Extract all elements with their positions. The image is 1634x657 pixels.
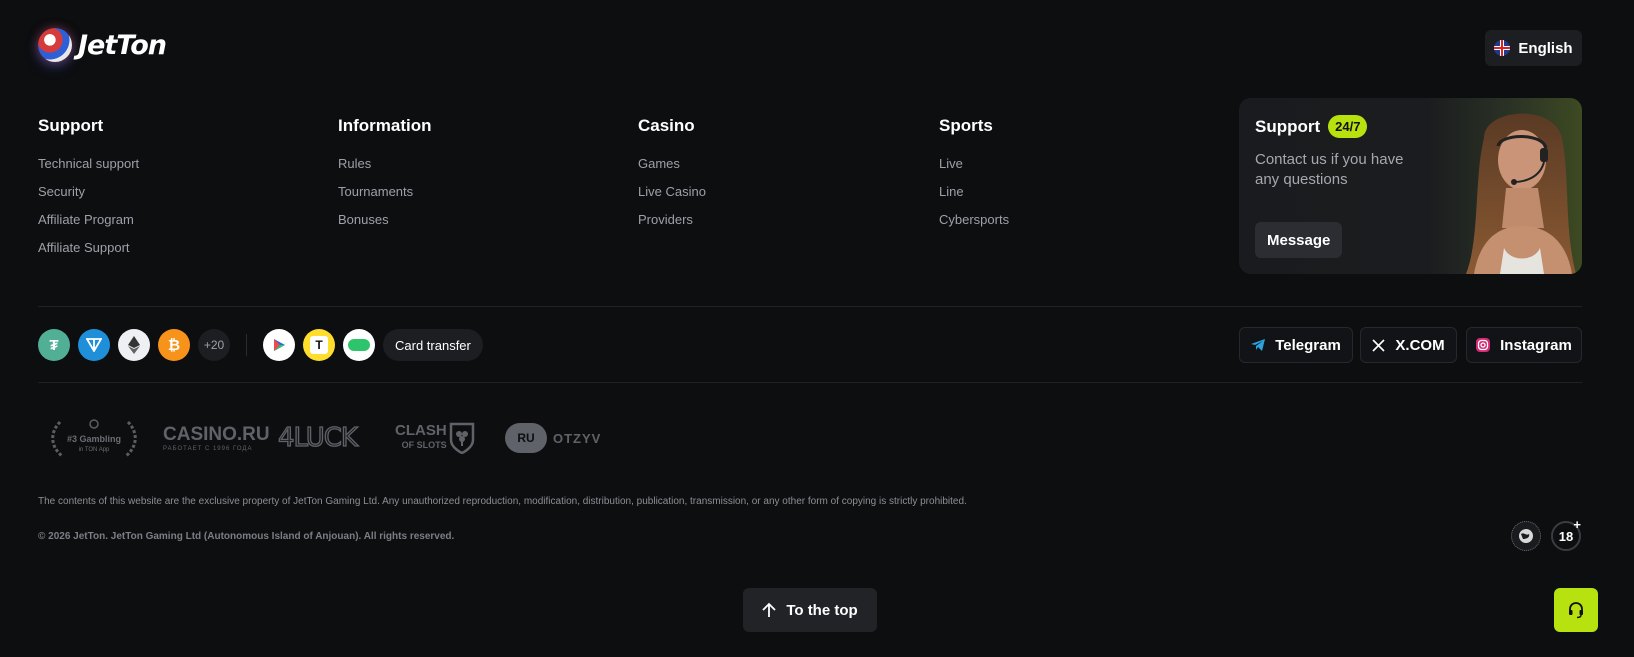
footer-column-information: Information Rules Tournaments Bonuses bbox=[338, 116, 432, 240]
support-card-description: Contact us if you have any questions bbox=[1255, 151, 1404, 188]
uk-flag-icon bbox=[1494, 40, 1511, 56]
link-tournaments[interactable]: Tournaments bbox=[338, 184, 432, 212]
instagram-button[interactable]: Instagram bbox=[1466, 327, 1582, 363]
support-card-title: Support bbox=[1255, 116, 1321, 136]
ton-icon[interactable] bbox=[78, 329, 110, 361]
shield-clover-icon bbox=[449, 422, 474, 454]
link-line[interactable]: Line bbox=[939, 184, 1009, 212]
sber-pay-icon[interactable] bbox=[343, 329, 375, 361]
divider bbox=[38, 306, 1582, 307]
headset-icon bbox=[1569, 602, 1583, 619]
partner-casino-ru[interactable]: CASINO.RU РАБОТАЕТ С 1996 ГОДА bbox=[163, 415, 270, 461]
support-chat-button[interactable] bbox=[1554, 588, 1598, 632]
link-providers[interactable]: Providers bbox=[638, 212, 706, 240]
otzyv-logo: OTZYV bbox=[553, 430, 602, 446]
logo-text: JetTon bbox=[78, 29, 167, 61]
x-icon bbox=[1372, 338, 1385, 352]
logo[interactable]: JetTon bbox=[38, 28, 167, 62]
instagram-icon bbox=[1476, 338, 1491, 352]
link-live-casino[interactable]: Live Casino bbox=[638, 184, 706, 212]
arrow-up-icon bbox=[762, 602, 776, 617]
scroll-to-top-label: To the top bbox=[786, 601, 858, 619]
link-affiliate-program[interactable]: Affiliate Program bbox=[38, 212, 139, 240]
clash-logo-line1: CLASH bbox=[395, 422, 447, 439]
link-live[interactable]: Live bbox=[939, 156, 1009, 184]
copyright-text: © 2026 JetTon. JetTon Gaming Ltd (Autono… bbox=[38, 531, 455, 542]
instagram-label: Instagram bbox=[1500, 336, 1572, 354]
link-technical-support[interactable]: Technical support bbox=[38, 156, 139, 184]
age-plus: + bbox=[1573, 517, 1581, 532]
support-hours-badge: 24/7 bbox=[1328, 115, 1368, 138]
casino-ru-tagline: РАБОТАЕТ С 1996 ГОДА bbox=[163, 446, 253, 452]
language-selector[interactable]: English bbox=[1485, 30, 1582, 66]
payment-separator bbox=[246, 334, 247, 356]
casino-ru-logo: CASINO.RU bbox=[163, 424, 270, 445]
4luck-logo: 4LUCK bbox=[277, 422, 358, 453]
telegram-button[interactable]: Telegram bbox=[1239, 327, 1353, 363]
support-agent-illustration bbox=[1466, 113, 1576, 274]
otzyv-ru-badge: RU bbox=[517, 431, 535, 445]
divider bbox=[38, 382, 1582, 383]
column-title: Sports bbox=[939, 116, 993, 135]
play-pay-icon[interactable] bbox=[263, 329, 295, 361]
x-com-label: X.COM bbox=[1395, 336, 1445, 354]
footer-column-support: Support Technical support Security Affil… bbox=[38, 116, 139, 268]
payment-methods: ₮ ₿ +20 T Card transfer bbox=[38, 328, 483, 362]
link-security[interactable]: Security bbox=[38, 184, 139, 212]
column-title: Information bbox=[338, 116, 432, 135]
laurel-award-icon: #3 Gambling in TON App bbox=[51, 419, 137, 458]
x-com-button[interactable]: X.COM bbox=[1360, 327, 1457, 363]
telegram-icon bbox=[1251, 339, 1266, 351]
link-affiliate-support[interactable]: Affiliate Support bbox=[38, 240, 139, 268]
link-rules[interactable]: Rules bbox=[338, 156, 432, 184]
logo-ball-icon bbox=[38, 28, 72, 62]
gambling-award-sub: in TON App bbox=[79, 447, 110, 453]
scroll-to-top-button[interactable]: To the top bbox=[743, 588, 877, 632]
link-games[interactable]: Games bbox=[638, 156, 706, 184]
tether-icon[interactable]: ₮ bbox=[38, 329, 70, 361]
support-card-header: Support 24/7 bbox=[1255, 115, 1368, 138]
telegram-label: Telegram bbox=[1275, 336, 1341, 354]
partner-gambling-award[interactable]: #3 Gambling in TON App bbox=[48, 415, 140, 461]
age-label: 18 bbox=[1558, 528, 1574, 544]
column-title: Support bbox=[38, 116, 104, 135]
message-button[interactable]: Message bbox=[1255, 222, 1343, 258]
t-bank-icon[interactable]: T bbox=[303, 329, 335, 361]
partner-4luck[interactable]: 4LUCK bbox=[277, 415, 358, 461]
footer-column-sports: Sports Live Line Cybersports bbox=[939, 116, 1009, 240]
ethereum-icon[interactable] bbox=[118, 329, 150, 361]
column-title: Casino bbox=[638, 116, 695, 135]
partner-clash-of-slots[interactable]: CLASH OF SLOTS bbox=[395, 415, 475, 461]
language-label: English bbox=[1518, 39, 1573, 57]
gaming-license-seal-icon[interactable] bbox=[1511, 521, 1541, 551]
disclaimer-text: The contents of this website are the exc… bbox=[38, 496, 967, 507]
bitcoin-icon[interactable]: ₿ bbox=[158, 329, 190, 361]
support-card: Support 24/7 Contact us if you have any … bbox=[1239, 98, 1582, 274]
age-restriction-badge: 18 + bbox=[1551, 517, 1581, 551]
card-transfer-badge[interactable]: Card transfer bbox=[383, 329, 483, 361]
footer-column-casino: Casino Games Live Casino Providers bbox=[638, 116, 706, 240]
more-coins-badge[interactable]: +20 bbox=[198, 329, 230, 361]
link-bonuses[interactable]: Bonuses bbox=[338, 212, 432, 240]
partner-otzyv[interactable]: RU OTZYV bbox=[505, 415, 601, 461]
link-cybersports[interactable]: Cybersports bbox=[939, 212, 1009, 240]
clash-logo-line2: OF SLOTS bbox=[401, 440, 447, 450]
gambling-award-title: #3 Gambling bbox=[67, 434, 121, 444]
